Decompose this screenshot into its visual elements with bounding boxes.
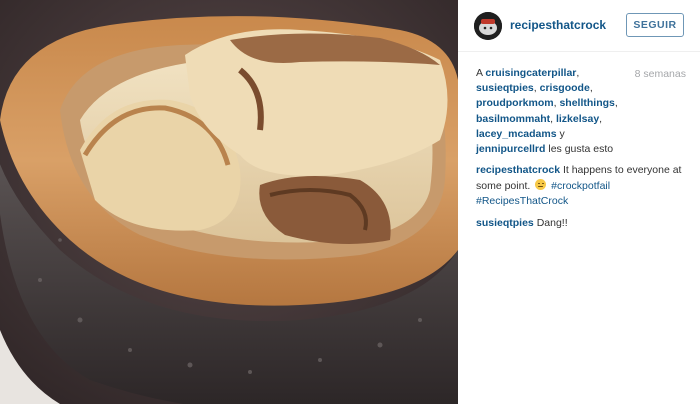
like-user-link[interactable]: proudporkmom: [476, 97, 554, 109]
comment: recipesthatcrock It happens to everyone …: [476, 163, 690, 210]
avatar-icon: [474, 12, 502, 40]
like-user-link[interactable]: jennipurcellrd: [476, 143, 545, 155]
like-user-link[interactable]: lacey_mcadams: [476, 128, 557, 140]
comment-text: Dang!!: [536, 216, 568, 229]
post-photo[interactable]: [0, 0, 458, 404]
post-author-username[interactable]: recipesthatcrock: [510, 18, 606, 32]
like-user-link[interactable]: shellthings: [559, 97, 614, 109]
comment-author[interactable]: susieqtpies: [476, 217, 534, 229]
likes-summary: A cruisingcaterpillar, susieqtpies, cris…: [476, 67, 618, 156]
likes-prefix: A: [476, 67, 483, 79]
follow-button[interactable]: SEGUIR: [626, 13, 684, 37]
likes-and: y: [559, 127, 565, 140]
like-user-link[interactable]: susieqtpies: [476, 82, 534, 94]
like-user-link[interactable]: basilmommaht: [476, 113, 550, 125]
cake-photo-illustration: [0, 0, 458, 404]
comments-list: recipesthatcrock It happens to everyone …: [476, 163, 690, 237]
post-sidebar: recipesthatcrock SEGUIR A cruisingcaterp…: [458, 0, 700, 404]
likes-suffix: les gusta esto: [548, 143, 614, 156]
comment: susieqtpies Dang!!: [476, 216, 690, 232]
post-header: recipesthatcrock SEGUIR: [458, 0, 700, 52]
worried-face-icon: [535, 178, 547, 190]
hashtag-link[interactable]: #RecipesThatCrock: [476, 195, 568, 207]
comment-author[interactable]: recipesthatcrock: [476, 164, 560, 176]
hashtag-link[interactable]: #crockpotfail: [551, 180, 610, 192]
like-user-link[interactable]: lizkelsay: [556, 113, 599, 125]
avatar[interactable]: [474, 12, 502, 40]
like-user-link[interactable]: crisgoode: [540, 82, 590, 94]
like-user-link[interactable]: cruisingcaterpillar: [485, 67, 576, 79]
post-age[interactable]: 8 semanas: [626, 68, 686, 80]
